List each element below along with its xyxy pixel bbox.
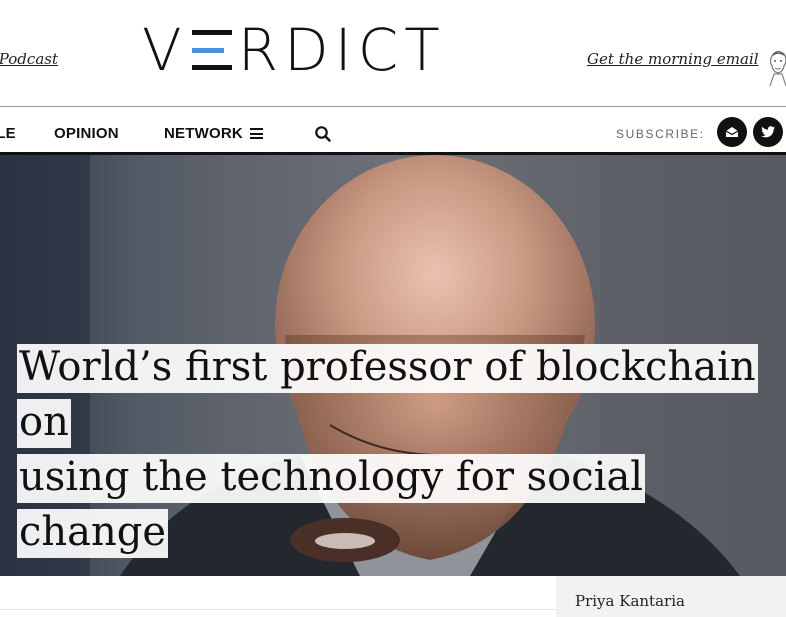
verdict-logo[interactable]: V RDICT — [142, 16, 446, 84]
hamburger-icon — [249, 128, 263, 139]
morning-email-link[interactable]: Get the morning email — [587, 50, 759, 68]
twitter-icon — [761, 126, 775, 138]
byline-box: Priya Kantaria — [556, 576, 786, 617]
author-name[interactable]: Priya Kantaria — [575, 592, 685, 610]
twitter-button[interactable] — [753, 117, 783, 147]
content-divider — [0, 609, 556, 610]
newsletter-icon — [725, 127, 739, 137]
headline-line-2: using the technology for social change — [17, 454, 646, 558]
subscribe-label: SUBSCRIBE: — [616, 127, 705, 141]
author-sketch-icon — [769, 50, 786, 87]
logo-text-rdict: RDICT — [237, 16, 446, 84]
hero-image[interactable]: World’s first professor of blockchain on… — [0, 155, 786, 576]
newsletter-button[interactable] — [717, 117, 747, 147]
article-headline[interactable]: World’s first professor of blockchain on… — [17, 340, 786, 560]
nav-item-network-label: NETWORK — [164, 125, 243, 142]
logo-e-mark — [191, 28, 232, 72]
logo-text-v: V — [142, 16, 188, 84]
headline-line-1: World’s first professor of blockchain on — [17, 344, 758, 448]
main-nav: YLE OPINION NETWORK SUBSCRIBE: — [0, 107, 786, 153]
nav-item-lifestyle[interactable]: YLE — [0, 125, 16, 142]
search-icon[interactable] — [314, 125, 332, 143]
article-meta: Priya Kantaria — [0, 576, 786, 617]
nav-item-network[interactable]: NETWORK — [164, 125, 263, 142]
nav-item-opinion[interactable]: OPINION — [54, 125, 119, 142]
podcast-link[interactable]: t Podcast — [0, 50, 58, 68]
masthead: t Podcast V RDICT Get the morning email — [0, 0, 786, 106]
